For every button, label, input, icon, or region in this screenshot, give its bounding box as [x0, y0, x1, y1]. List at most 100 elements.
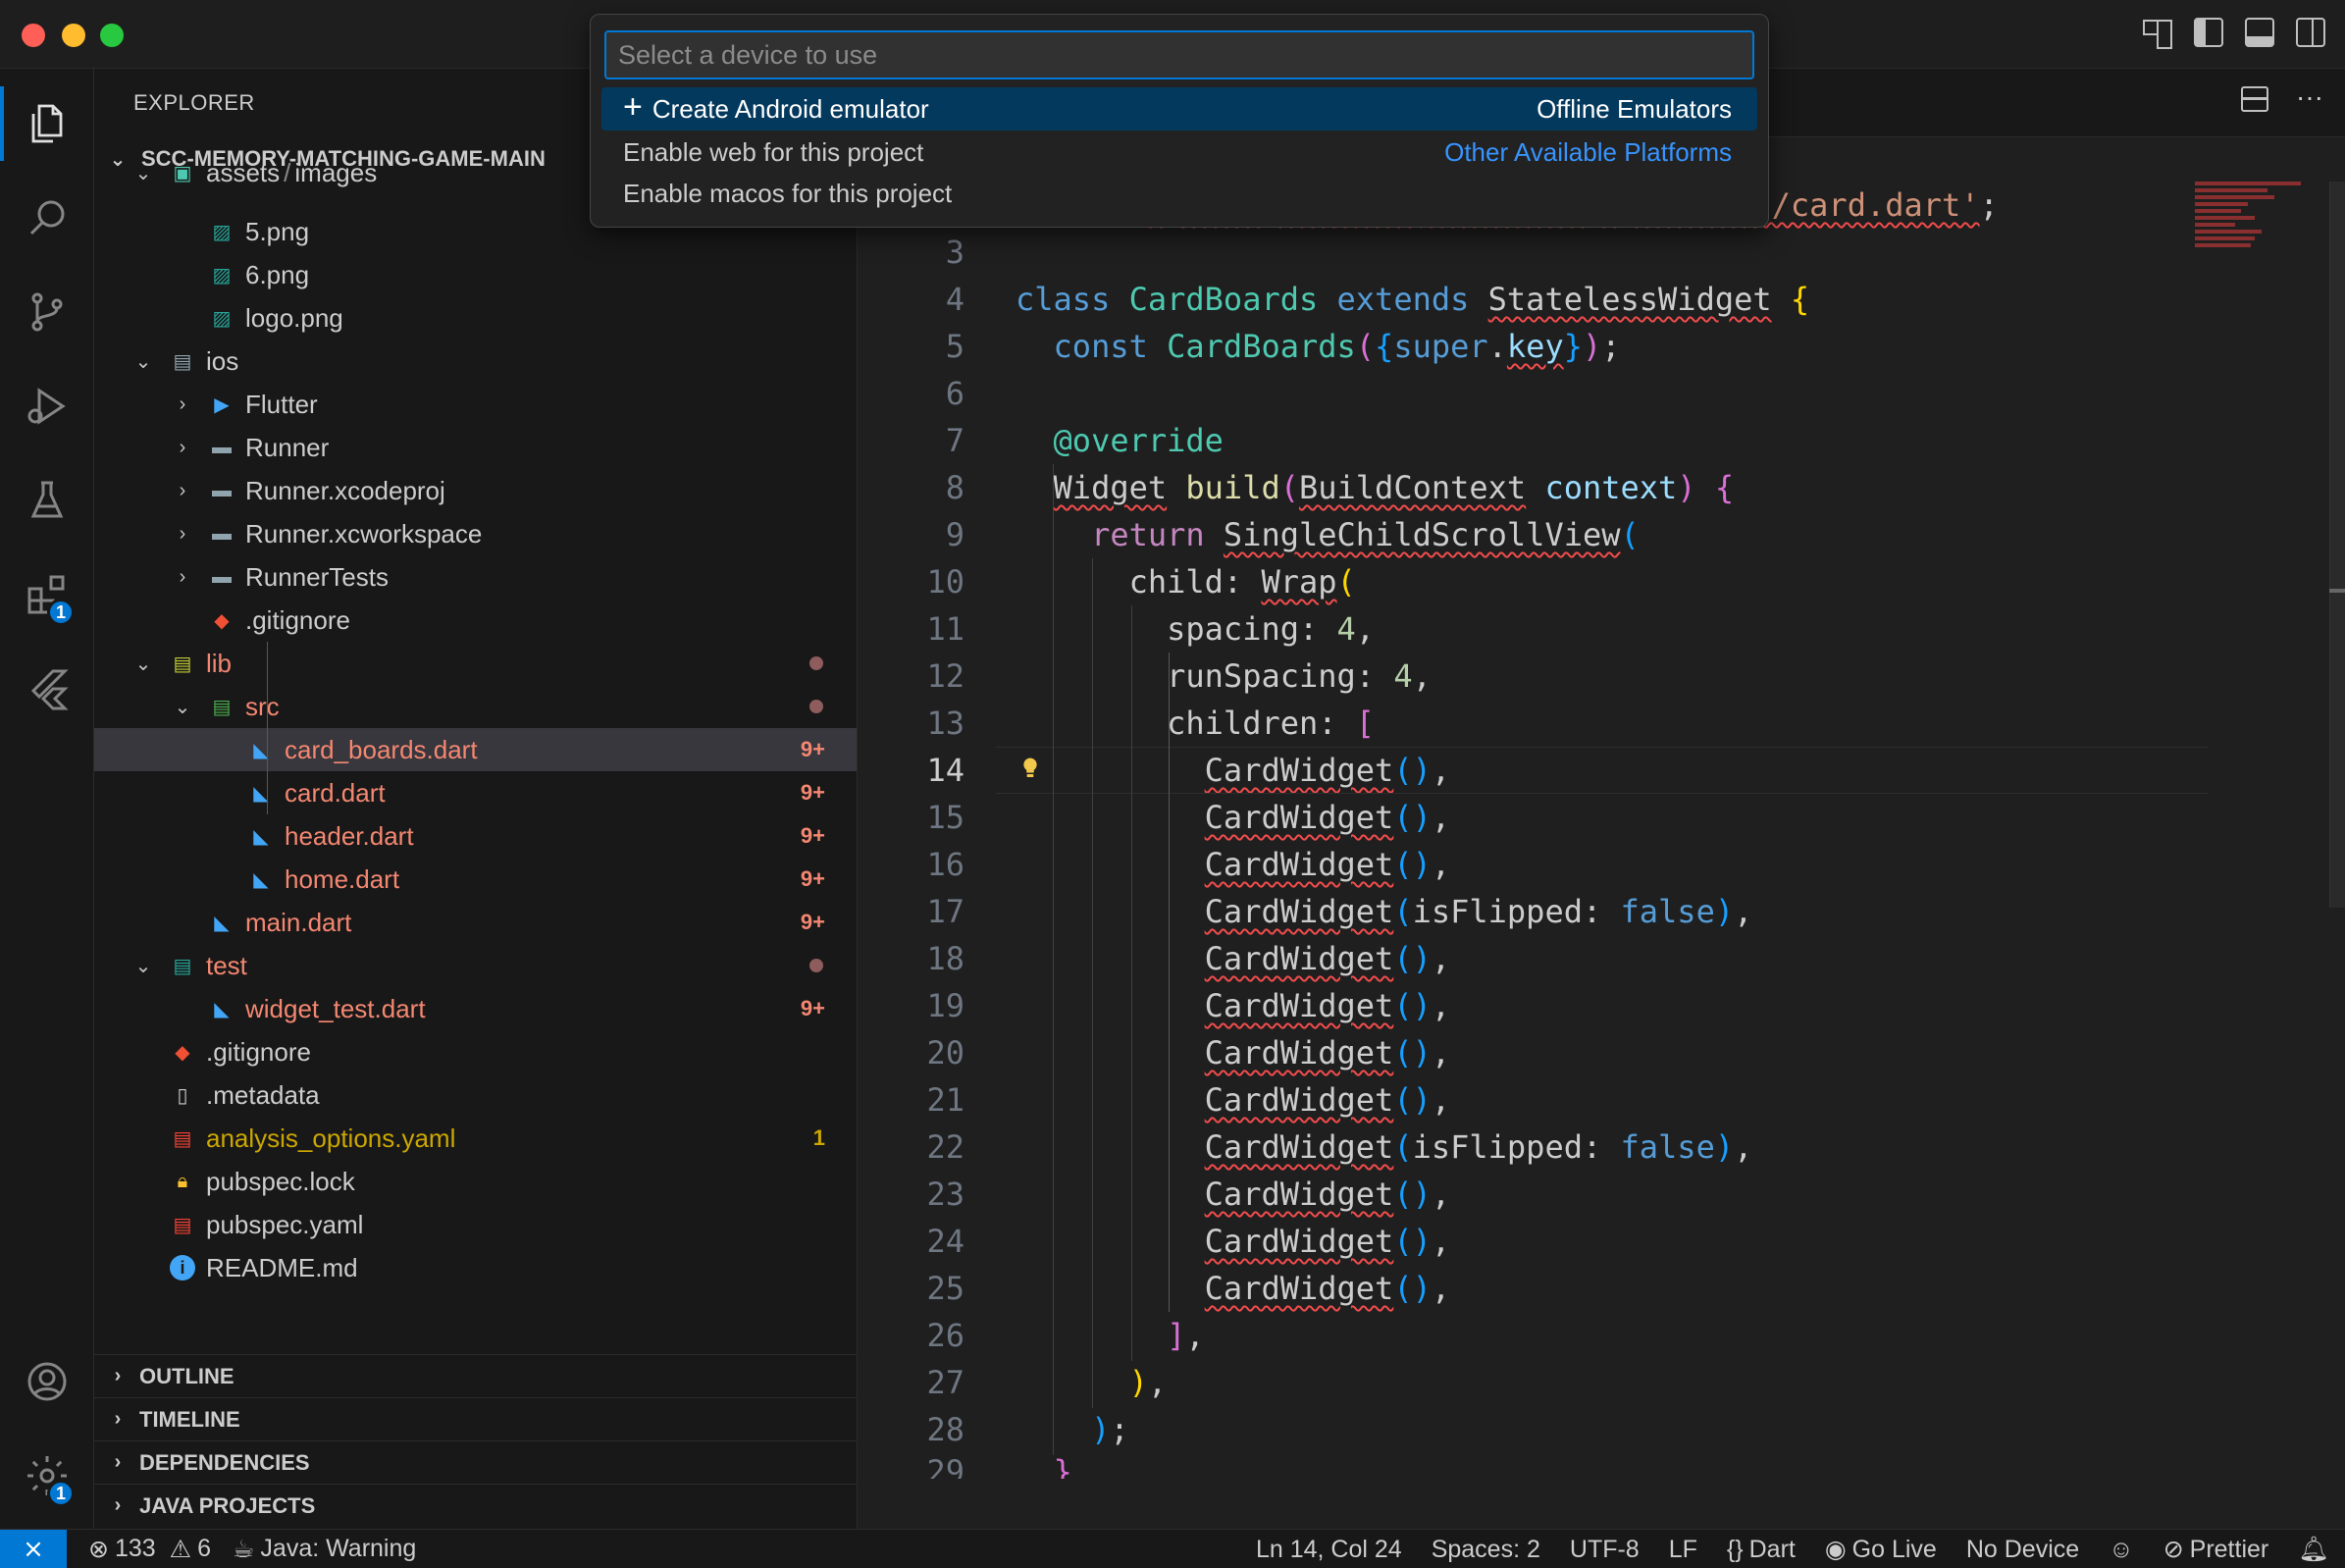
cursor-position[interactable]: Ln 14, Col 24	[1256, 1536, 1402, 1564]
tree-item-widget-test-dart[interactable]: ◣ widget_test.dart 9+	[94, 987, 857, 1030]
code-view[interactable]: 2import 'package:memory_matching_game/sr…	[859, 182, 2345, 1479]
code-line[interactable]: 16 CardWidget(),	[859, 841, 2345, 888]
code-line[interactable]: 6	[859, 370, 2345, 417]
tree-item-card-boards-dart[interactable]: ◣ card_boards.dart 9+	[94, 728, 857, 771]
maximize-window-button[interactable]	[100, 24, 124, 47]
code-line[interactable]: 12 runSpacing: 4,	[859, 653, 2345, 700]
indent-guide	[1053, 464, 1054, 1455]
code-line[interactable]: 22 CardWidget(isFlipped: false),	[859, 1124, 2345, 1171]
extensions-badge: 1	[47, 599, 75, 626]
minimap-line	[2195, 209, 2242, 213]
tree-item-analysis-options[interactable]: ▤ analysis_options.yaml 1	[94, 1117, 857, 1160]
toggle-primary-sidebar-icon[interactable]	[2194, 18, 2223, 47]
extensions-icon[interactable]: 1	[0, 548, 94, 642]
code-line-current[interactable]: 14 CardWidget(),	[859, 747, 2345, 794]
quick-pick-item-enable-macos[interactable]: Enable macos for this project	[601, 172, 1757, 215]
tree-item-runner[interactable]: › ▬ Runner	[94, 426, 857, 469]
split-editor-icon[interactable]	[2241, 86, 2269, 112]
tree-item-main-dart[interactable]: ◣ main.dart 9+	[94, 901, 857, 944]
tree-item-test[interactable]: ⌄ ▤ test	[94, 944, 857, 987]
tree-item-readme[interactable]: i README.md	[94, 1246, 857, 1289]
status-bar: ⨯ ⊗ 133 ⚠ 6 ☕︎ Java: Warning Ln 14, Col 24 …	[0, 1529, 2345, 1568]
more-actions-icon[interactable]: ···	[2296, 83, 2323, 112]
end-of-line[interactable]: LF	[1669, 1536, 1697, 1564]
dependencies-section[interactable]: › DEPENDENCIES	[94, 1440, 857, 1484]
source-control-icon[interactable]	[0, 265, 94, 359]
tree-item-card-dart[interactable]: ◣ card.dart 9+	[94, 771, 857, 814]
tree-item-6-png[interactable]: ▨ 6.png	[94, 253, 857, 296]
code-line[interactable]: 20 CardWidget(),	[859, 1029, 2345, 1076]
tree-item-lib[interactable]: ⌄ ▤ lib	[94, 642, 857, 685]
code-line[interactable]: 26 ],	[859, 1312, 2345, 1359]
quick-pick-item-enable-web[interactable]: Enable web for this project Other Availa…	[601, 131, 1757, 174]
tree-item-runner-xcworkspace[interactable]: › ▬ Runner.xcworkspace	[94, 512, 857, 555]
tree-item-src[interactable]: ⌄ ▤ src	[94, 685, 857, 728]
indentation[interactable]: Spaces: 2	[1432, 1536, 1540, 1564]
folder-icon: ▬	[212, 522, 232, 545]
toggle-panel-icon[interactable]	[2245, 18, 2274, 47]
toggle-secondary-sidebar-icon[interactable]	[2296, 18, 2325, 47]
tree-item-ios-gitignore[interactable]: ◆ .gitignore	[94, 599, 857, 642]
code-line[interactable]: 19 CardWidget(),	[859, 982, 2345, 1029]
language-mode[interactable]: {} Dart	[1727, 1536, 1796, 1564]
prettier-status[interactable]: ⊘ Prettier	[2163, 1535, 2269, 1564]
editor-area: ··· 2import 'package:memory_matching_gam…	[859, 69, 2345, 1529]
chevron-right-icon: ›	[114, 1408, 122, 1430]
code-line[interactable]: 29 }	[859, 1453, 2345, 1479]
tree-item-metadata[interactable]: ▯ .metadata	[94, 1073, 857, 1117]
code-line[interactable]: 25 CardWidget(),	[859, 1265, 2345, 1312]
timeline-section[interactable]: › TIMELINE	[94, 1397, 857, 1440]
copilot-icon[interactable]: ☺	[2109, 1536, 2134, 1564]
code-line[interactable]: 10 child: Wrap(	[859, 558, 2345, 605]
go-live-button[interactable]: ◉ Go Live	[1825, 1535, 1937, 1564]
code-line[interactable]: 28 );	[859, 1406, 2345, 1453]
close-window-button[interactable]	[22, 24, 45, 47]
minimize-window-button[interactable]	[62, 24, 85, 47]
problems-indicator[interactable]: ⊗ 133 ⚠ 6	[88, 1535, 211, 1564]
settings-gear-icon[interactable]: 1	[0, 1429, 94, 1523]
tree-item-logo-png[interactable]: ▨ logo.png	[94, 296, 857, 340]
java-projects-section[interactable]: › JAVA PROJECTS	[94, 1484, 857, 1527]
code-line[interactable]: 8 Widget build(BuildContext context) {	[859, 464, 2345, 511]
code-line[interactable]: 17 CardWidget(isFlipped: false),	[859, 888, 2345, 935]
notifications-bell-icon[interactable]: 🔔︎	[2298, 1536, 2329, 1564]
code-line[interactable]: 15 CardWidget(),	[859, 794, 2345, 841]
device-search-input[interactable]	[604, 30, 1754, 79]
search-icon[interactable]	[0, 171, 94, 265]
testing-icon[interactable]	[0, 453, 94, 548]
code-line[interactable]: 7 @override	[859, 417, 2345, 464]
explorer-icon[interactable]	[0, 77, 94, 171]
quick-pick-item-create-android-emulator[interactable]: + Create Android emulator Offline Emulat…	[601, 87, 1757, 131]
customize-layout-icon[interactable]	[2143, 18, 2172, 49]
tree-item-header-dart[interactable]: ◣ header.dart 9+	[94, 814, 857, 858]
tree-item-home-dart[interactable]: ◣ home.dart 9+	[94, 858, 857, 901]
tree-item-gitignore[interactable]: ◆ .gitignore	[94, 1030, 857, 1073]
code-line[interactable]: 13 children: [	[859, 700, 2345, 747]
code-line[interactable]: 21 CardWidget(),	[859, 1076, 2345, 1124]
code-line[interactable]: 27 ),	[859, 1359, 2345, 1406]
outline-section[interactable]: › OUTLINE	[94, 1354, 857, 1397]
code-line[interactable]: 9 return SingleChildScrollView(	[859, 511, 2345, 558]
code-line[interactable]: 5 const CardBoards({super.key});	[859, 323, 2345, 370]
code-line[interactable]: 4 class CardBoards extends StatelessWidge…	[859, 276, 2345, 323]
vertical-scrollbar[interactable]	[2329, 182, 2345, 908]
device-selector[interactable]: No Device	[1966, 1536, 2079, 1564]
code-line[interactable]: 23 CardWidget(),	[859, 1171, 2345, 1218]
account-icon[interactable]	[0, 1334, 94, 1429]
code-line[interactable]: 18 CardWidget(),	[859, 935, 2345, 982]
code-line[interactable]: 3	[859, 229, 2345, 276]
tree-item-ios[interactable]: ⌄ ▤ ios	[94, 340, 857, 383]
run-debug-icon[interactable]	[0, 359, 94, 453]
code-line[interactable]: 24 CardWidget(),	[859, 1218, 2345, 1265]
minimap[interactable]	[2195, 182, 2327, 280]
code-line[interactable]: 11 spacing: 4,	[859, 605, 2345, 653]
java-status[interactable]: ☕︎ Java: Warning	[233, 1535, 416, 1564]
tree-item-runnertests[interactable]: › ▬ RunnerTests	[94, 555, 857, 599]
flutter-icon[interactable]	[0, 642, 94, 736]
remote-indicator-icon[interactable]: ⨯	[0, 1529, 67, 1568]
encoding[interactable]: UTF-8	[1570, 1536, 1640, 1564]
tree-item-runner-xcodeproj[interactable]: › ▬ Runner.xcodeproj	[94, 469, 857, 512]
tree-item-pubspec-yaml[interactable]: ▤ pubspec.yaml	[94, 1203, 857, 1246]
tree-item-pubspec-lock[interactable]: 🔒︎ pubspec.lock	[94, 1160, 857, 1203]
tree-item-flutter[interactable]: › ▶ Flutter	[94, 383, 857, 426]
